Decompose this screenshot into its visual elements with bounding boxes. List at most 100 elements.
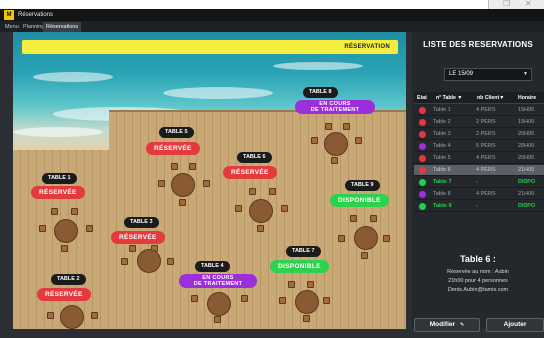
pencil-icon: ✎	[460, 322, 465, 328]
row-time: 21H00	[518, 191, 535, 197]
table-4-status[interactable]: EN COURS DE TRAITEMENT	[179, 274, 257, 288]
table-2-label: TABLE 2	[51, 274, 86, 285]
tab-reservations[interactable]: Réservations	[43, 22, 82, 32]
table-8[interactable]	[324, 132, 348, 156]
column-horaire[interactable]: Horaire	[518, 92, 536, 104]
row-time: 20H00	[518, 155, 535, 161]
details-title: Table 6 :	[460, 254, 496, 264]
table-7-label: TABLE 7	[286, 246, 321, 257]
row-time: 19H00	[518, 107, 535, 113]
column-clients[interactable]: nb Client▼	[477, 92, 504, 104]
table-row[interactable]: Table 2 2 PERS 19H00	[414, 117, 544, 128]
table-row[interactable]: Table 9 - DISPO	[414, 201, 544, 212]
restore-icon[interactable]: ❐	[503, 0, 510, 8]
table-4[interactable]	[207, 292, 231, 316]
row-table: Table 5	[433, 155, 451, 161]
row-table: Table 9	[433, 203, 452, 209]
window-title: Réservations	[18, 12, 54, 18]
table-row[interactable]: Table 6 4 PERS 21H00	[414, 165, 544, 176]
table-2[interactable]	[60, 305, 84, 329]
table-1[interactable]	[54, 219, 78, 243]
status-dot-icon	[419, 107, 426, 114]
table-6-status[interactable]: RÉSERVÉE	[223, 166, 277, 179]
table-8-status[interactable]: EN COURS DE TRAITEMENT	[295, 100, 375, 114]
row-clients: 4 PERS	[476, 191, 496, 197]
table-row[interactable]: Table 7 - DISPO	[414, 177, 544, 188]
table-1-status[interactable]: RÉSERVÉE	[31, 186, 85, 199]
table-row[interactable]: Table 3 2 PERS 20H00	[414, 129, 544, 140]
details-time: 21h00 pour 4 personnes	[448, 278, 508, 284]
row-time: 19H00	[518, 119, 535, 125]
reservation-banner[interactable]: RÉSERVATION	[22, 40, 398, 54]
modify-button-label: Modifier	[429, 321, 456, 328]
table-8-label: TABLE 8	[303, 87, 338, 98]
status-dot-icon	[419, 143, 426, 150]
row-clients: 4 PERS	[476, 167, 496, 173]
table-3-status[interactable]: RÉSERVÉE	[111, 231, 165, 244]
reservations-panel: LISTE DES RESERVATIONS LE 15/09 ▼ Etat n…	[412, 32, 544, 332]
table-3[interactable]	[137, 249, 161, 273]
table-row[interactable]: Table 8 4 PERS 21H00	[414, 189, 544, 200]
status-dot-icon	[419, 179, 426, 186]
status-dot-icon	[419, 131, 426, 138]
screenshot: ❐ ✕ M Réservations Menu Planning Réserva…	[0, 0, 544, 338]
row-time: DISPO	[518, 203, 536, 209]
table-7[interactable]	[295, 290, 319, 314]
status-dot-icon	[419, 191, 426, 198]
column-etat[interactable]: Etat	[417, 92, 427, 104]
table-6[interactable]	[249, 199, 273, 223]
chevron-down-icon: ▼	[523, 71, 528, 77]
row-time: DISPO	[518, 179, 536, 185]
table-4-label: TABLE 4	[195, 261, 230, 272]
row-clients: -	[476, 203, 478, 209]
table-row[interactable]: Table 5 4 PERS 20H00	[414, 153, 544, 164]
table-3-label: TABLE 3	[124, 217, 159, 228]
app-logo-icon: M	[4, 10, 14, 20]
add-button[interactable]: Ajouter	[486, 318, 544, 332]
table-5-label: TABLE 5	[159, 127, 194, 138]
panel-title: LISTE DES RESERVATIONS	[423, 40, 533, 49]
table-6-label: TABLE 6	[237, 152, 272, 163]
date-select-value: LE 15/09	[449, 71, 474, 77]
table-row[interactable]: Table 4 5 PERS 20H00	[414, 141, 544, 152]
row-time: 20H00	[518, 143, 535, 149]
column-table[interactable]: n° Table ▼	[436, 92, 462, 104]
table-9[interactable]	[354, 226, 378, 250]
details-email: Denis.Aubin@tamis.com	[447, 287, 509, 293]
table-5-status[interactable]: RÉSERVÉE	[146, 142, 200, 155]
row-clients: -	[476, 179, 478, 185]
table-header: Etat n° Table ▼ nb Client▼ Horaire	[414, 92, 544, 104]
tab-menu[interactable]: Menu	[2, 22, 22, 32]
row-table: Table 3	[433, 131, 451, 137]
title-bar: M Réservations	[0, 9, 544, 21]
row-clients: 2 PERS	[476, 131, 496, 137]
date-select[interactable]: LE 15/09 ▼	[444, 68, 532, 81]
table-9-label: TABLE 9	[345, 180, 380, 191]
row-table: Table 1	[433, 107, 451, 113]
status-dot-icon	[419, 119, 426, 126]
table-row[interactable]: Table 1 4 PERS 19H00	[414, 105, 544, 116]
table-9-status[interactable]: DISPONIBLE	[330, 194, 389, 207]
row-table: Table 2	[433, 119, 451, 125]
row-clients: 5 PERS	[476, 143, 496, 149]
row-clients: 4 PERS	[476, 107, 496, 113]
row-clients: 2 PERS	[476, 119, 496, 125]
close-icon[interactable]: ✕	[525, 0, 532, 8]
row-table: Table 8	[433, 191, 451, 197]
row-table: Table 6	[433, 167, 451, 173]
table-7-status[interactable]: DISPONIBLE	[270, 260, 329, 273]
floor-plan: RÉSERVATION TABLE 1 RÉSERVÉE TABLE 2 RÉS…	[13, 32, 406, 329]
status-dot-icon	[419, 155, 426, 162]
status-dot-icon	[419, 203, 426, 210]
modify-button[interactable]: Modifier ✎	[414, 318, 480, 332]
details-name: Réservée au nom : Aubin	[447, 269, 509, 275]
table-5[interactable]	[171, 173, 195, 197]
tab-bar: Menu Planning Réservations	[0, 21, 544, 32]
row-time: 20H00	[518, 131, 535, 137]
row-table: Table 7	[433, 179, 452, 185]
row-clients: 4 PERS	[476, 155, 496, 161]
status-dot-icon	[419, 167, 426, 174]
table-2-status[interactable]: RÉSERVÉE	[37, 288, 91, 301]
row-time: 21H00	[518, 167, 535, 173]
add-button-label: Ajouter	[503, 321, 527, 328]
